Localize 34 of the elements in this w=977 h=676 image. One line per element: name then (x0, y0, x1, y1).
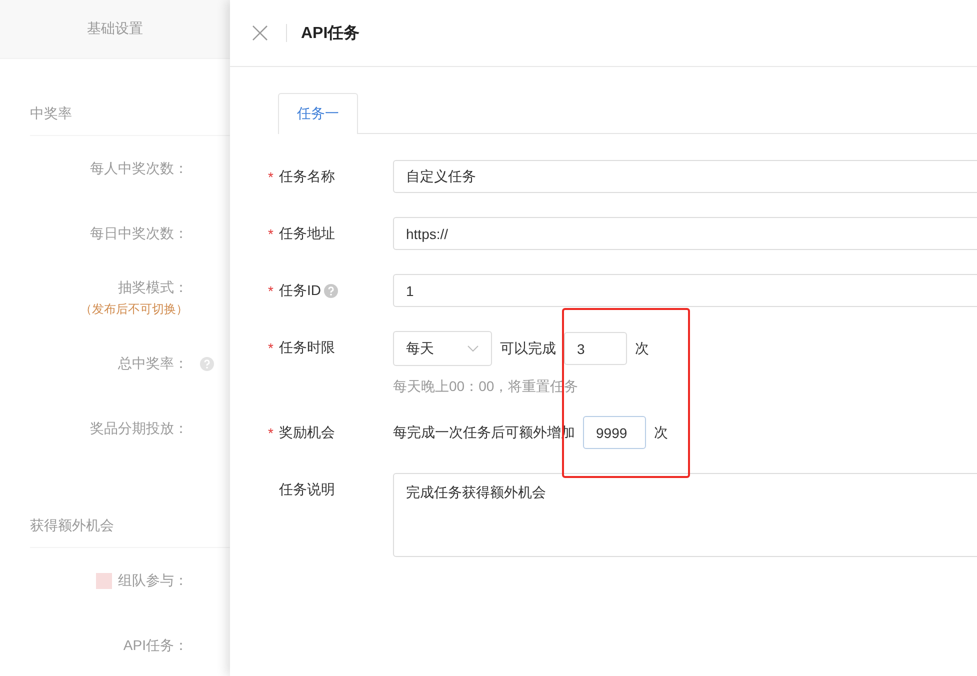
setting-label: 组队参与： (118, 572, 188, 590)
field-label: 任务地址 (279, 224, 335, 242)
unit-text: 次 (635, 340, 649, 358)
field-label: 任务时限 (279, 338, 335, 356)
required-mark: * (268, 282, 274, 298)
required-mark: * (268, 424, 274, 440)
required-mark: * (268, 226, 274, 242)
count-field[interactable]: 3 (564, 332, 627, 365)
description-field[interactable]: 完成任务获得额外机会 (393, 473, 977, 557)
note-text: （发布后不可切换） (80, 301, 188, 318)
task-tab[interactable]: 任务一 (278, 93, 358, 134)
unit-text: 次 (654, 424, 668, 442)
setting-label: 抽奖模式： (118, 279, 188, 297)
field-label: 任务名称 (279, 168, 335, 186)
field-label: 任务说明 (279, 480, 335, 498)
setting-label: 每人中奖次数： (90, 160, 188, 178)
required-mark: * (268, 340, 274, 356)
setting-label: 奖品分期投放： (90, 420, 188, 438)
text-field[interactable]: 自定义任务 (393, 160, 977, 193)
setting-label: 总中奖率： (118, 354, 188, 372)
count-field[interactable]: 9999 (583, 416, 646, 449)
text-field[interactable]: 1 (393, 274, 977, 307)
caret-icon (467, 344, 479, 352)
field-text: 可以完成 (500, 340, 556, 358)
setting-label: API任务： (123, 636, 188, 654)
close-icon[interactable] (252, 25, 268, 41)
period-dropdown[interactable]: 每天 (393, 331, 492, 366)
field-label: 奖励机会 (279, 424, 335, 442)
tab-label: 基础设置 (87, 20, 143, 38)
drawer-title: API任务 (301, 24, 360, 44)
text-field[interactable]: https:// (393, 217, 977, 250)
setting-label: 每日中奖次数： (90, 224, 188, 242)
field-label: 任务ID (279, 282, 321, 300)
required-mark: * (268, 168, 274, 184)
